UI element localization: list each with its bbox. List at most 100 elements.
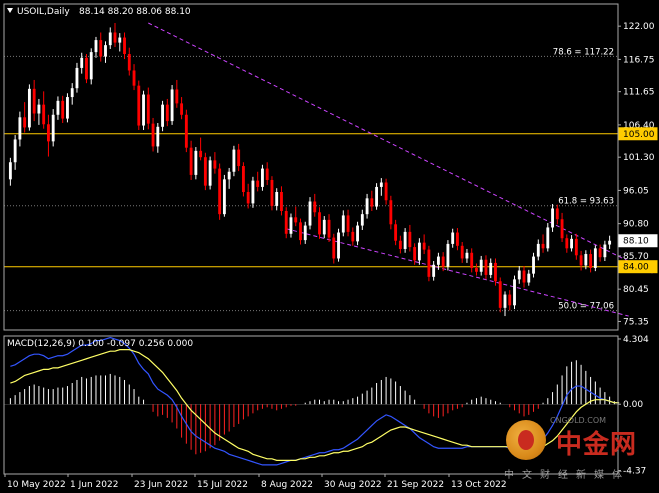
- candle-body: [13, 139, 17, 163]
- candle-body: [356, 225, 359, 242]
- candle-body: [522, 270, 526, 283]
- candle-body: [137, 85, 141, 126]
- watermark-brand: 中金网: [556, 430, 638, 460]
- candle-body: [32, 88, 36, 114]
- candle-body: [584, 254, 588, 266]
- price-tick-label: 101.30: [623, 153, 655, 163]
- candle-body: [389, 200, 393, 225]
- candle-body: [241, 166, 245, 193]
- candle-body: [37, 104, 41, 114]
- candle-body: [56, 100, 60, 115]
- candle-body: [232, 149, 236, 172]
- x-tick-label: 23 Jun 2022: [134, 480, 188, 490]
- candle-body: [384, 182, 388, 201]
- candle-body: [261, 168, 264, 187]
- candle-body: [284, 210, 288, 234]
- candle-body: [417, 242, 421, 261]
- candle-body: [436, 256, 440, 265]
- candle-body: [46, 124, 50, 142]
- candle-body: [579, 255, 583, 266]
- candle-body: [451, 232, 455, 244]
- candle-body: [289, 217, 293, 234]
- candle-body: [251, 180, 255, 204]
- candle-body: [265, 168, 269, 180]
- candle-body: [532, 256, 535, 274]
- price-tick-label: 122.00: [623, 22, 655, 32]
- x-tick-label: 15 Jul 2022: [197, 480, 248, 490]
- candle-body: [303, 225, 307, 241]
- candle-body: [560, 219, 564, 239]
- chart-ohlc: 88.14 88.20 88.06 88.10: [79, 7, 191, 17]
- candle-body: [494, 262, 497, 282]
- candle-body: [104, 45, 107, 57]
- price-tick-label: 75.35: [623, 317, 649, 327]
- price-label-text: 84.00: [623, 263, 649, 273]
- candle-body: [61, 100, 65, 119]
- candle-body: [156, 126, 160, 147]
- candle-body: [99, 40, 103, 57]
- candle-body: [551, 208, 554, 228]
- candle-body: [484, 259, 488, 275]
- candle-body: [598, 248, 602, 258]
- candle-body: [85, 57, 88, 80]
- candle-body: [237, 149, 241, 167]
- candle-body: [256, 180, 260, 187]
- x-tick-label: 30 Aug 2022: [324, 480, 382, 490]
- candle-body: [66, 97, 69, 119]
- candle-body: [113, 32, 117, 43]
- candle-body: [337, 232, 340, 259]
- candle-body: [413, 247, 417, 261]
- candle-body: [360, 214, 364, 226]
- candle-body: [346, 215, 350, 232]
- candle-body: [456, 232, 459, 246]
- candle-body: [132, 70, 136, 86]
- candle-body: [475, 267, 478, 272]
- candle-body: [194, 150, 198, 175]
- candle-body: [270, 179, 274, 206]
- candle-body: [541, 243, 545, 249]
- candle-body: [175, 89, 179, 104]
- candle-body: [432, 264, 436, 277]
- candle-body: [574, 238, 578, 256]
- candle-body: [465, 252, 469, 259]
- candle-body: [427, 249, 431, 277]
- candle-body: [18, 117, 22, 140]
- candle-body: [75, 67, 79, 89]
- candle-body: [536, 243, 540, 257]
- candle-body: [203, 157, 207, 186]
- candle-body: [280, 192, 283, 211]
- candle-body: [327, 219, 331, 238]
- watermark: CNGOLD.COM 中金网 中文财经新媒体: [500, 416, 650, 481]
- macd-label: MACD(12,26,9) 0.100 -0.097 0.256 0.000: [7, 339, 193, 349]
- candle-body: [294, 217, 298, 223]
- price-tick-label: 80.45: [623, 285, 649, 295]
- macd-tick-label: 0.00: [623, 400, 643, 410]
- fib-level-label: 78.6 = 117.22: [553, 47, 614, 57]
- x-tick-label: 1 Jun 2022: [70, 480, 118, 490]
- candle-body: [189, 147, 193, 175]
- x-tick-label: 13 Oct 2022: [451, 480, 507, 490]
- candle-body: [470, 252, 474, 268]
- candle-body: [555, 208, 559, 220]
- x-tick-label: 10 May 2022: [7, 480, 66, 490]
- candle-body: [422, 242, 426, 250]
- candle-body: [127, 54, 131, 71]
- candle-body: [546, 227, 550, 249]
- candle-body: [570, 238, 574, 249]
- price-label-text: 88.10: [623, 237, 649, 247]
- price-tick-label: 96.05: [623, 186, 649, 196]
- candle-body: [593, 248, 597, 268]
- candle-body: [608, 240, 612, 245]
- candle-body: [441, 256, 445, 267]
- candle-body: [208, 160, 212, 186]
- candle-body: [23, 117, 27, 128]
- candle-body: [213, 160, 217, 169]
- candle-body: [403, 231, 407, 249]
- candle-body: [332, 237, 336, 259]
- candle-body: [508, 294, 512, 306]
- candle-body: [408, 231, 412, 248]
- fib-level-label: 61.8 = 93.63: [558, 197, 614, 207]
- candle-body: [42, 104, 46, 125]
- price-tick-label: 116.75: [623, 55, 655, 65]
- candle-body: [498, 281, 502, 308]
